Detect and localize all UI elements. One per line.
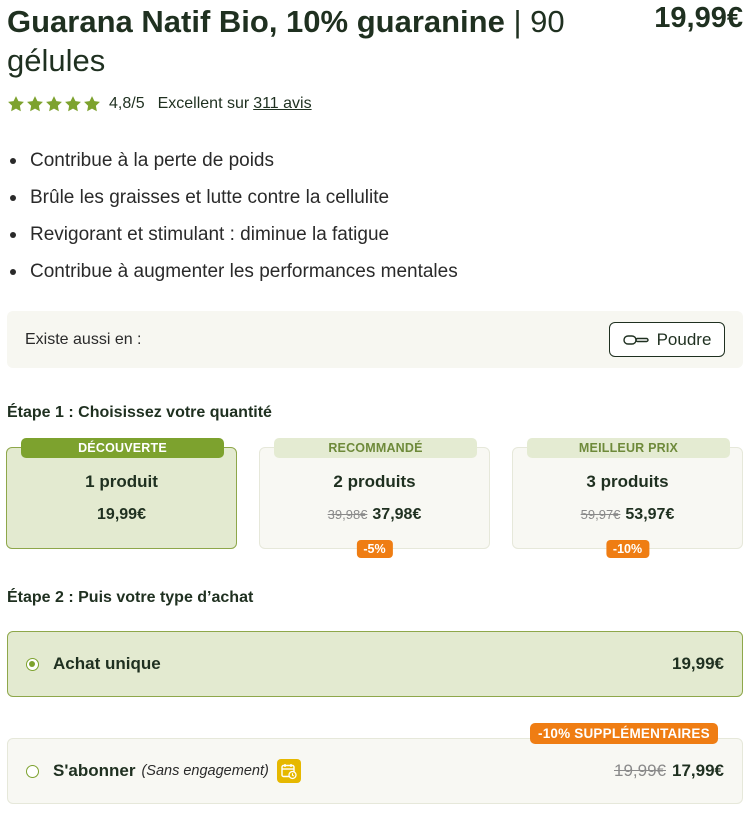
one-time-price: 19,99€ — [672, 654, 724, 673]
extra-discount-badge: -10% SUPPLÉMENTAIRES — [530, 723, 718, 744]
rating-score: 4,8/5 — [109, 95, 145, 112]
subscription-note: (Sans engagement) — [141, 763, 269, 779]
card-quantity: 3 produits — [586, 472, 669, 491]
card-old-price: 59,97€ — [580, 507, 621, 522]
card-price: 19,99€ — [97, 506, 146, 523]
star-icon — [65, 96, 81, 112]
variant-selector: Existe aussi en : Poudre — [7, 311, 743, 368]
subscription-price: 17,99€ — [672, 761, 724, 780]
calendar-clock-icon[interactable] — [276, 759, 301, 783]
card-quantity: 1 produit — [85, 472, 158, 491]
step1-title: Étape 1 : Choisissez votre quantité — [7, 404, 272, 421]
subscription-option[interactable]: S'abonner (Sans engagement) 19,99€ 17,99€ — [7, 738, 743, 804]
product-price: 19,99€ — [654, 2, 743, 34]
subscription-old-price: 19,99€ — [614, 761, 666, 780]
reviews-link[interactable]: 311 avis — [253, 95, 311, 113]
card-prices: 19,99€ — [7, 506, 236, 524]
discount-badge: -10% — [605, 540, 650, 558]
radio-selected[interactable] — [26, 657, 39, 671]
bullet-dot — [10, 231, 16, 238]
card-prices: 39,98€ 37,98€ — [260, 506, 489, 524]
quantity-card-2[interactable]: RECOMMANDÉ 2 produits 39,98€ 37,98€ -5% — [259, 438, 490, 558]
quantity-card-3[interactable]: MEILLEUR PRIX 3 produits 59,97€ 53,97€ -1… — [512, 438, 743, 558]
star-icon — [27, 96, 43, 112]
step2-title: Étape 2 : Puis votre type d’achat — [7, 589, 254, 606]
benefit-item: Revigorant et stimulant : diminue la fat… — [7, 216, 458, 253]
benefit-text: Contribue à augmenter les performances m… — [30, 260, 458, 282]
star-icon — [8, 96, 24, 112]
benefit-item: Contribue à la perte de poids — [7, 142, 458, 179]
benefit-item: Contribue à augmenter les performances m… — [7, 253, 458, 290]
benefit-text: Revigorant et stimulant : diminue la fat… — [30, 223, 390, 245]
benefit-text: Contribue à la perte de poids — [30, 149, 274, 171]
discount-badge: -5% — [356, 540, 393, 558]
benefits-list: Contribue à la perte de poids Brûle les … — [7, 142, 458, 290]
scoop-icon — [622, 334, 649, 345]
title-separator: | — [513, 4, 522, 39]
subscription-prices: 19,99€ 17,99€ — [614, 761, 724, 781]
star-icon — [46, 96, 62, 112]
card-prices: 59,97€ 53,97€ — [513, 506, 742, 524]
powder-variant-label: Poudre — [656, 329, 712, 349]
rating-summary: 4,8/5 Excellent sur 311 avis — [7, 93, 312, 115]
rating-stars — [7, 95, 101, 113]
product-title-main: Guarana Natif Bio, 10% guaranine — [7, 4, 505, 39]
card-quantity: 2 produits — [333, 472, 416, 491]
bullet-dot — [10, 268, 16, 275]
card-tag: MEILLEUR PRIX — [527, 438, 730, 458]
benefit-item: Brûle les graisses et lutte contre la ce… — [7, 179, 458, 216]
one-time-purchase-option[interactable]: Achat unique 19,99€ — [7, 631, 743, 697]
variant-label: Existe aussi en : — [25, 330, 142, 348]
bullet-dot — [10, 157, 16, 164]
powder-variant-button[interactable]: Poudre — [609, 322, 725, 357]
star-icon — [84, 96, 100, 112]
radio-unselected[interactable] — [26, 764, 39, 778]
card-tag: RECOMMANDÉ — [274, 438, 477, 458]
subscription-label: S'abonner — [53, 761, 136, 780]
card-tag: DÉCOUVERTE — [21, 438, 224, 458]
quantity-card-1[interactable]: DÉCOUVERTE 1 produit 19,99€ — [6, 438, 237, 549]
product-title: Guarana Natif Bio, 10% guaranine | 90 gé… — [7, 2, 567, 80]
one-time-label: Achat unique — [53, 654, 161, 673]
bullet-dot — [10, 194, 16, 201]
card-old-price: 39,98€ — [327, 507, 368, 522]
benefit-text: Brûle les graisses et lutte contre la ce… — [30, 186, 390, 208]
card-price: 53,97€ — [625, 506, 675, 523]
card-price: 37,98€ — [372, 506, 422, 523]
rating-label: Excellent sur — [157, 95, 250, 112]
